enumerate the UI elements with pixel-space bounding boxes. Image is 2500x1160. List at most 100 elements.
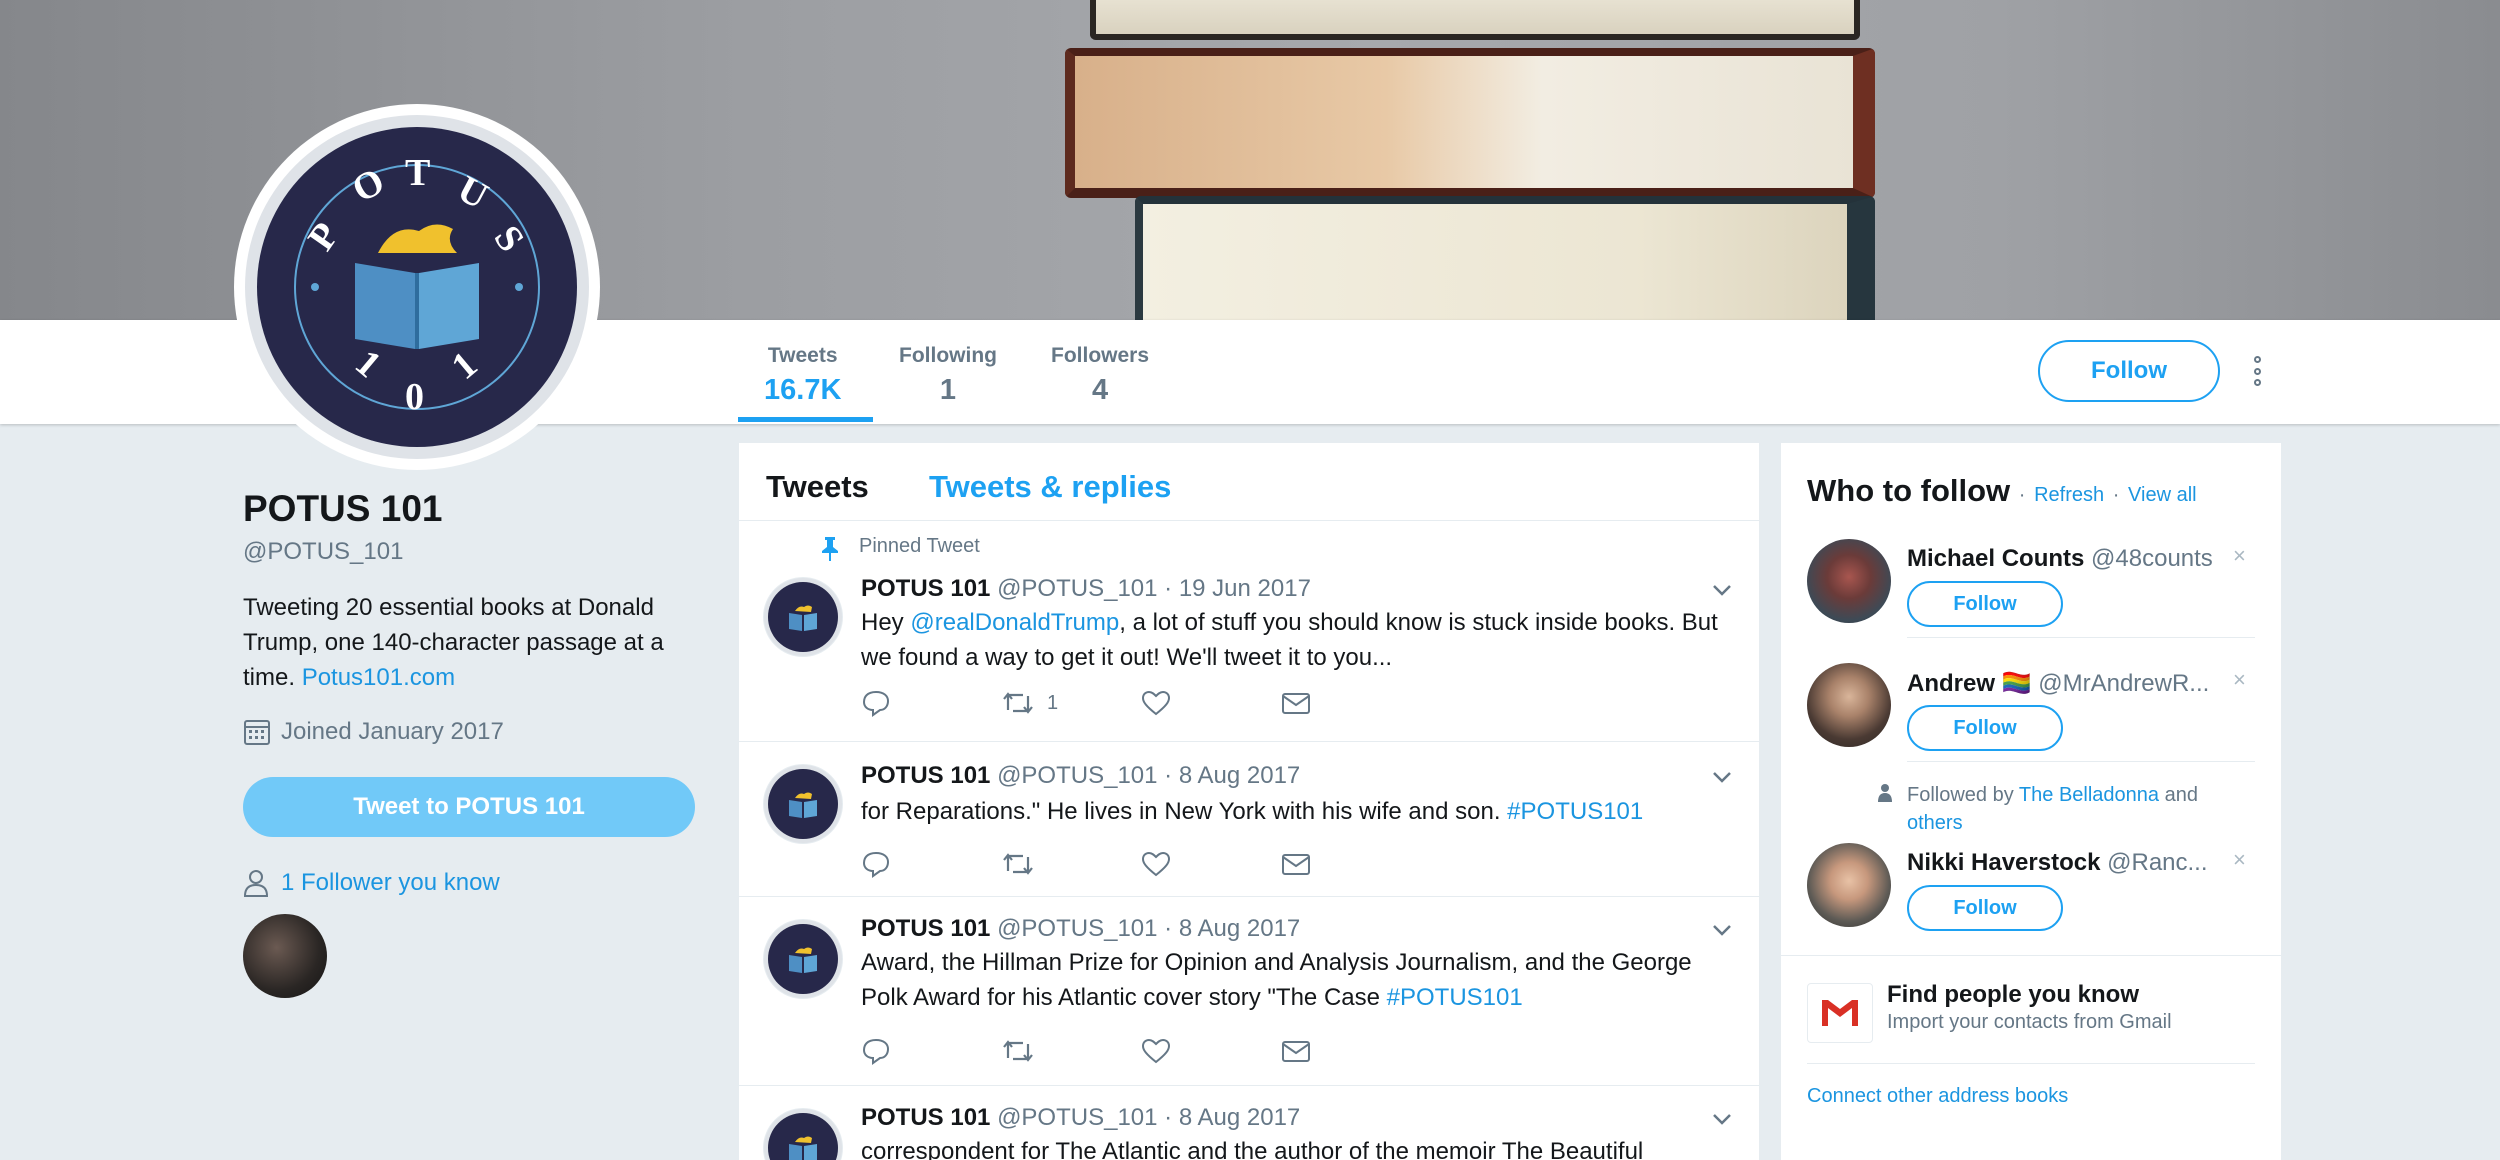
profile-handle: @POTUS_101: [243, 538, 404, 565]
reply-button[interactable]: [861, 689, 1001, 717]
message-button[interactable]: [1281, 689, 1421, 717]
stat-followers[interactable]: Followers 4: [1051, 344, 1149, 407]
potus101-logo: P O T U S 1 0 1: [245, 115, 589, 459]
chevron-down-icon[interactable]: [1711, 919, 1733, 941]
message-button[interactable]: [1281, 1037, 1421, 1065]
divider: [1781, 955, 2281, 956]
heart-icon: [1141, 690, 1171, 716]
user-avatar[interactable]: [1807, 663, 1891, 747]
tweet-avatar[interactable]: [763, 1108, 843, 1160]
chevron-down-icon[interactable]: [1711, 766, 1733, 788]
tweet-item[interactable]: POTUS 101 @POTUS_101 · 8 Aug 2017 corres…: [739, 1086, 1759, 1160]
follow-user-button[interactable]: Follow: [1907, 581, 2063, 627]
reply-button[interactable]: [861, 850, 1001, 878]
follow-button[interactable]: Follow: [2038, 340, 2220, 402]
pinned-label: Pinned Tweet: [859, 535, 980, 557]
dismiss-icon[interactable]: ×: [2233, 543, 2246, 569]
banner-book-bottom: [1135, 196, 1875, 320]
find-people-title[interactable]: Find people you know: [1887, 981, 2139, 1009]
joined-date: Joined January 2017: [243, 718, 504, 746]
like-button[interactable]: [1141, 1037, 1281, 1065]
joined-text: Joined January 2017: [281, 718, 504, 745]
followers-you-know[interactable]: 1 Follower you know: [243, 869, 500, 897]
person-icon: [1878, 784, 1892, 802]
tweet-actions: [861, 850, 1421, 878]
potus101-avatar-icon: [764, 578, 842, 656]
user-avatar[interactable]: [1807, 843, 1891, 927]
who-to-follow-title: Who to follow: [1807, 473, 2011, 508]
connect-address-books-link[interactable]: Connect other address books: [1807, 1085, 2068, 1108]
bio-link[interactable]: Potus101.com: [302, 664, 455, 691]
user-name-line[interactable]: Nikki Haverstock @Ranc...: [1907, 849, 2217, 877]
user-name-line[interactable]: Andrew 🏳️‍🌈 @MrAndrewR...: [1907, 669, 2217, 698]
tweet-text: Award, the Hillman Prize for Opinion and…: [861, 949, 1692, 1011]
potus101-avatar-icon: [764, 765, 842, 843]
heart-icon: [1141, 1038, 1171, 1064]
user-avatar[interactable]: [1807, 539, 1891, 623]
envelope-icon: [1282, 854, 1310, 875]
tweet-meta: @POTUS_101 · 19 Jun 2017: [997, 575, 1311, 602]
retweet-button[interactable]: [1001, 1037, 1141, 1065]
retweet-button[interactable]: [1001, 850, 1141, 878]
like-button[interactable]: [1141, 689, 1281, 717]
tweet-to-button[interactable]: Tweet to POTUS 101: [243, 777, 695, 837]
follow-user-button[interactable]: Follow: [1907, 885, 2063, 931]
svg-text:T: T: [405, 152, 430, 194]
retweet-count: 1: [1047, 691, 1059, 714]
like-button[interactable]: [1141, 850, 1281, 878]
followed-by-text: Followed by The Belladonna and others: [1907, 784, 2198, 834]
follower-avatar[interactable]: [243, 914, 327, 998]
more-options-icon[interactable]: [2250, 356, 2264, 386]
tweet-text: for Reparations." He lives in New York w…: [861, 798, 1644, 825]
mention-link[interactable]: @realDonaldTrump: [910, 609, 1119, 636]
tweet-avatar[interactable]: [763, 919, 843, 999]
tweet-meta: @POTUS_101 · 8 Aug 2017: [997, 915, 1301, 942]
tab-tweets[interactable]: Tweets: [766, 469, 869, 505]
tweet-author[interactable]: POTUS 101: [861, 915, 990, 942]
banner-book-top: [1090, 0, 1860, 40]
gmail-icon[interactable]: [1807, 983, 1873, 1043]
stat-following-value: 1: [939, 374, 957, 406]
followed-by-link[interactable]: The Belladonna: [2019, 784, 2159, 806]
rainbow-flag-icon: 🏳️‍🌈: [2001, 670, 2032, 697]
reply-icon: [862, 690, 890, 717]
retweet-button[interactable]: 1: [1001, 689, 1141, 717]
retweet-icon: [1003, 692, 1033, 714]
reply-button[interactable]: [861, 1037, 1001, 1065]
refresh-link[interactable]: Refresh: [2034, 484, 2104, 506]
tweet-author[interactable]: POTUS 101: [861, 1104, 990, 1131]
envelope-icon: [1282, 1041, 1310, 1062]
timeline-tabs: Tweets Tweets & replies: [739, 443, 1759, 521]
user-name-line[interactable]: Michael Counts @48counts: [1907, 545, 2217, 573]
tweet-header: POTUS 101 @POTUS_101 · 19 Jun 2017: [861, 575, 1311, 603]
stat-tweets[interactable]: Tweets 16.7K: [764, 344, 841, 407]
chevron-down-icon[interactable]: [1711, 579, 1733, 601]
dismiss-icon[interactable]: ×: [2233, 667, 2246, 693]
chevron-down-icon[interactable]: [1711, 1108, 1733, 1130]
follow-user-button[interactable]: Follow: [1907, 705, 2063, 751]
hashtag-link[interactable]: #POTUS101: [1507, 798, 1643, 825]
message-button[interactable]: [1281, 850, 1421, 878]
svg-text:0: 0: [405, 376, 424, 418]
tweet-avatar[interactable]: [763, 764, 843, 844]
stat-following[interactable]: Following 1: [899, 344, 997, 407]
profile-avatar[interactable]: P O T U S 1 0 1: [234, 104, 600, 470]
tweet-avatar[interactable]: [763, 577, 843, 657]
tweet-author[interactable]: POTUS 101: [861, 762, 990, 789]
calendar-icon: [244, 720, 270, 745]
tweet-header: POTUS 101 @POTUS_101 · 8 Aug 2017: [861, 762, 1300, 790]
tweet-item[interactable]: Pinned Tweet POTUS 101 @POTUS_101 · 19 J…: [739, 521, 1759, 742]
heart-icon: [1141, 851, 1171, 877]
tab-tweets-replies[interactable]: Tweets & replies: [929, 469, 1171, 505]
tweet-item[interactable]: POTUS 101 @POTUS_101 · 8 Aug 2017 for Re…: [739, 742, 1759, 897]
tweet-actions: [861, 1037, 1421, 1065]
others-link[interactable]: others: [1907, 812, 1963, 834]
view-all-link[interactable]: View all: [2128, 484, 2197, 506]
hashtag-link[interactable]: #POTUS101: [1387, 984, 1523, 1011]
dismiss-icon[interactable]: ×: [2233, 847, 2246, 873]
tweet-text: correspondent for The Atlantic and the a…: [861, 1138, 1644, 1160]
active-tab-underline: [738, 417, 873, 422]
followers-you-know-text: 1 Follower you know: [281, 869, 500, 896]
tweet-item[interactable]: POTUS 101 @POTUS_101 · 8 Aug 2017 Award,…: [739, 897, 1759, 1086]
tweet-author[interactable]: POTUS 101: [861, 575, 990, 602]
